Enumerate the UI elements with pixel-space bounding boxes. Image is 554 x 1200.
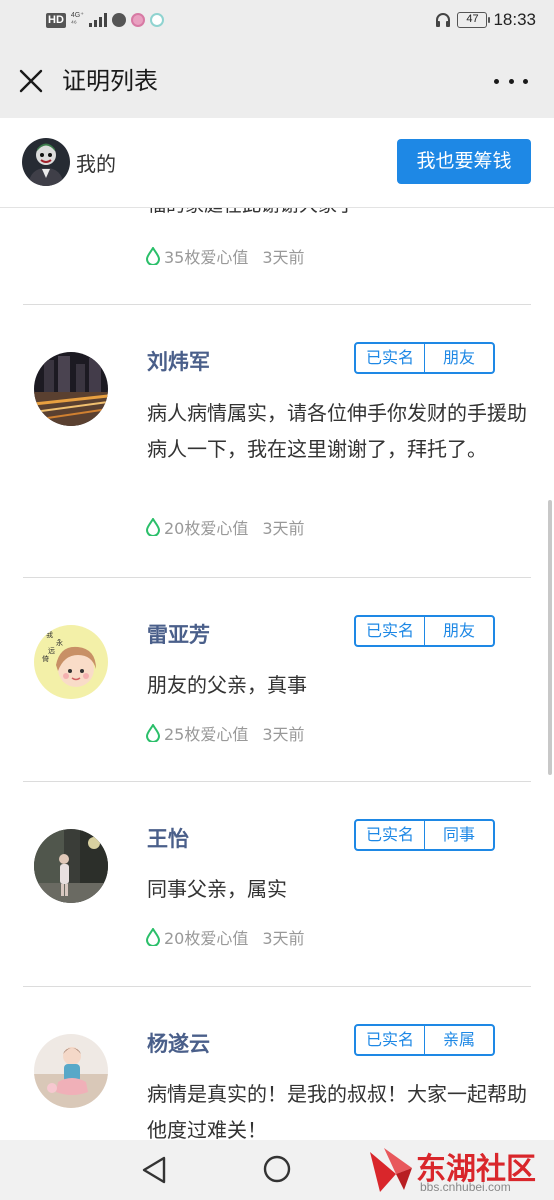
avatar[interactable] [34,1034,108,1108]
more-icon [523,78,528,84]
entry-comment: 病人病情属实，请各位伸手你发财的手援助病人一下，我在这里谢谢了，拜托了。 [147,401,527,461]
drop-icon [146,518,160,536]
home-icon [263,1155,291,1183]
verified-tag: 已实名 [365,348,414,367]
signal-icon [88,13,107,27]
svg-text:永: 永 [56,638,63,647]
avatar-image [22,138,70,186]
entry-tags: 已实名 朋友 [354,615,495,647]
entry-name: 雷亚芳 [147,623,210,647]
battery-icon: 47 [457,12,491,28]
drop-icon [146,247,160,265]
entry-comment: 朋友的父亲，真事 [147,673,307,697]
mine-bar: 我的 我也要筹钱 [0,118,554,208]
entry-comment: 病情是真实的！是我的叔叔！大家一起帮助他度过难关！ [147,1082,527,1140]
love-count: 25枚爱心值 [164,725,249,744]
close-icon [19,69,43,93]
app-notification-icon [111,13,126,27]
entry-name: 刘炜军 [147,350,210,374]
love-count: 20枚爱心值 [164,519,249,538]
entry-comment: 同事父亲，属实 [147,877,287,901]
verified-tag: 已实名 [365,825,414,844]
more-icon [494,78,499,84]
avatar-image: 我 永 远 倚 [34,625,108,699]
watermark-logo-icon [370,1148,412,1192]
my-avatar[interactable] [22,138,70,186]
avatar-image [34,1034,108,1108]
back-icon [142,1156,166,1184]
time-ago: 3天前 [262,725,305,744]
partial-comment: 福的家庭在此谢谢大家了 [147,208,356,217]
app-notification-icon [149,13,164,27]
scrollbar[interactable] [548,500,552,775]
drop-icon [146,724,160,742]
avatar[interactable]: 我 永 远 倚 [34,625,108,699]
svg-text:远: 远 [48,647,55,655]
page-title: 证明列表 [62,67,158,95]
time-ago: 3天前 [262,519,305,538]
time-ago: 3天前 [262,929,305,948]
headphones-icon [436,13,451,27]
back-button[interactable] [140,1154,170,1186]
entry-meta: 20枚爱心值 3天前 [146,925,305,949]
relation-tag: 朋友 [424,344,493,372]
avatar[interactable] [34,829,108,903]
network-type: 4G⁺ ⁴⁶ [70,12,84,27]
proof-list: 福的家庭在此谢谢大家了 35枚爱心值 3天前 [0,208,554,1140]
relation-tag: 亲属 [424,1026,493,1054]
system-nav-bar: 东湖社区 bbs.cnhubei.com [0,1140,554,1200]
entry-name: 杨遂云 [147,1032,210,1056]
clock: 18:33 [493,10,536,29]
verified-tag: 已实名 [365,621,414,640]
entry-meta: 35枚爱心值 3天前 [146,244,305,268]
entry-tags: 已实名 朋友 [354,342,495,374]
love-count: 35枚爱心值 [164,248,249,267]
more-button[interactable] [494,66,528,96]
avatar[interactable] [34,352,108,426]
entry-meta: 20枚爱心值 3天前 [146,515,305,539]
entry-tags: 已实名 同事 [354,819,495,851]
entry-tags: 已实名 亲属 [354,1024,495,1056]
close-button[interactable] [16,66,46,96]
verified-tag: 已实名 [365,1030,414,1049]
divider [23,304,531,305]
title-bar: 证明列表 [0,44,554,118]
avatar-image [34,352,108,426]
avatar-image [34,829,108,903]
relation-tag: 同事 [424,821,493,849]
time-ago: 3天前 [262,248,305,267]
love-count: 20枚爱心值 [164,929,249,948]
hd-badge: HD [46,12,66,28]
entry-name: 王怡 [147,827,189,851]
raise-money-button[interactable]: 我也要筹钱 [397,139,531,184]
mine-label: 我的 [76,152,116,176]
watermark: 东湖社区 bbs.cnhubei.com [366,1142,546,1198]
status-bar: HD 4G⁺ ⁴⁶ 47 18:33 [0,0,554,44]
entry-meta: 25枚爱心值 3天前 [146,721,305,745]
divider [23,577,531,578]
watermark-url: bbs.cnhubei.com [420,1180,511,1194]
relation-tag: 朋友 [424,617,493,645]
app-notification-icon [130,13,145,27]
more-icon [508,78,514,84]
divider [23,781,531,782]
status-right: 47 18:33 [435,10,536,30]
svg-text:我: 我 [46,630,53,639]
status-indicators: HD 4G⁺ ⁴⁶ [46,12,164,28]
svg-text:倚: 倚 [42,654,49,663]
home-button[interactable] [262,1154,292,1184]
drop-icon [146,928,160,946]
divider [23,986,531,987]
